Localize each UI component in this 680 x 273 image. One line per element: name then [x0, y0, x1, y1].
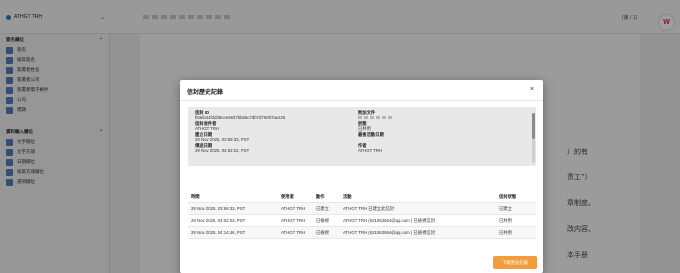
column-header-status: 信封狀態: [499, 194, 517, 199]
dialog-header: 信封歷史記錄 ×: [180, 80, 543, 101]
column-header-time: 時間: [191, 194, 200, 199]
envelope-history-dialog: 信封歷史記錄 × 信封 ID f63eb44f3d38cee5537bb68c7…: [180, 80, 543, 273]
attachment-field: 附加文件: [358, 110, 394, 121]
history-cell-user: ATHGT TRH: [281, 206, 306, 211]
history-cell-status: 已共用: [499, 229, 512, 235]
history-table-header: 時間 使用者 動作 活動 信封狀態: [188, 192, 536, 203]
close-icon[interactable]: ×: [527, 85, 537, 95]
history-cell-user: ATHGT TRH: [281, 218, 306, 223]
history-cell-activity: ATHGT TRH (631063564@qq.com ) 已檢視信封: [343, 217, 435, 223]
history-cell-activity: ATHGT TRH 已建立此信封: [343, 205, 395, 211]
holder-field: 信封收件者 ATHGT TRH: [195, 121, 285, 131]
status-field: 狀態 已共用: [358, 121, 394, 131]
download-history-button[interactable]: 下載歷史記錄: [493, 256, 537, 269]
last-activity-label: 最後活動日期: [358, 132, 384, 137]
column-header-activity: 活動: [343, 194, 352, 199]
history-cell-status: 已共用: [499, 217, 512, 223]
created-field: 建立日期 29 Nov 2025, 03:59:33, PST: [195, 132, 285, 142]
attachment-value-redacted: [358, 115, 394, 121]
history-cell-user: ATHGT TRH: [281, 230, 306, 235]
info-column-right: 附加文件 狀態 已共用 最後活動日期 作者 ATHGT TRH: [358, 110, 394, 153]
history-cell-time: 29 Nov 2025, 04:14:46, PST: [191, 230, 246, 235]
history-cell-time: 29 Nov 2025, 03:59:33, PST: [191, 206, 246, 211]
history-cell-time: 29 Nov 2025, 04:02:03, PST: [191, 218, 246, 223]
author-value: ATHGT TRH: [358, 147, 383, 153]
history-cell-action: 已檢視: [316, 217, 329, 223]
envelope-id-field: 信封 ID f63eb44f3d38cee5537bb68c7db7d76007…: [195, 110, 286, 120]
table-row: 29 Nov 2025, 04:14:46, PST ATHGT TRH 已檢視 AT…: [188, 227, 536, 239]
column-header-action: 動作: [316, 194, 325, 199]
history-cell-status: 已建立: [499, 205, 512, 211]
info-column-left: 信封 ID f63eb44f3d38cee5537bb68c7db7d76007…: [195, 110, 286, 153]
sent-value: 29 Nov 2025, 04:02:02, PST: [195, 147, 250, 153]
column-header-user: 使用者: [281, 194, 294, 199]
sent-field: 傳送日期 29 Nov 2025, 04:02:02, PST: [195, 143, 285, 153]
envelope-id-value: f63eb44f3d38cee5537bb68c7db7d76007ae225: [195, 114, 286, 120]
history-cell-action: 已檢視: [316, 229, 329, 235]
history-cell-activity: ATHGT TRH (631063564@qq.com ) 已檢視信封: [343, 229, 435, 235]
table-row: 29 Nov 2025, 03:59:33, PST ATHGT TRH 已建立 AT…: [188, 203, 536, 215]
history-cell-action: 已建立: [316, 205, 329, 211]
envelope-info-panel: 信封 ID f63eb44f3d38cee5537bb68c7db7d76007…: [188, 107, 536, 166]
last-activity-field: 最後活動日期: [358, 132, 394, 142]
info-scrollbar-thumb[interactable]: [532, 113, 535, 139]
dialog-title: 信封歷史記錄: [187, 90, 224, 96]
history-table: 時間 使用者 動作 活動 信封狀態 29 Nov 2025, 03:59:33,…: [188, 192, 536, 239]
table-row: 29 Nov 2025, 04:02:03, PST ATHGT TRH 已檢視 AT…: [188, 215, 536, 227]
author-field: 作者 ATHGT TRH: [358, 143, 394, 153]
